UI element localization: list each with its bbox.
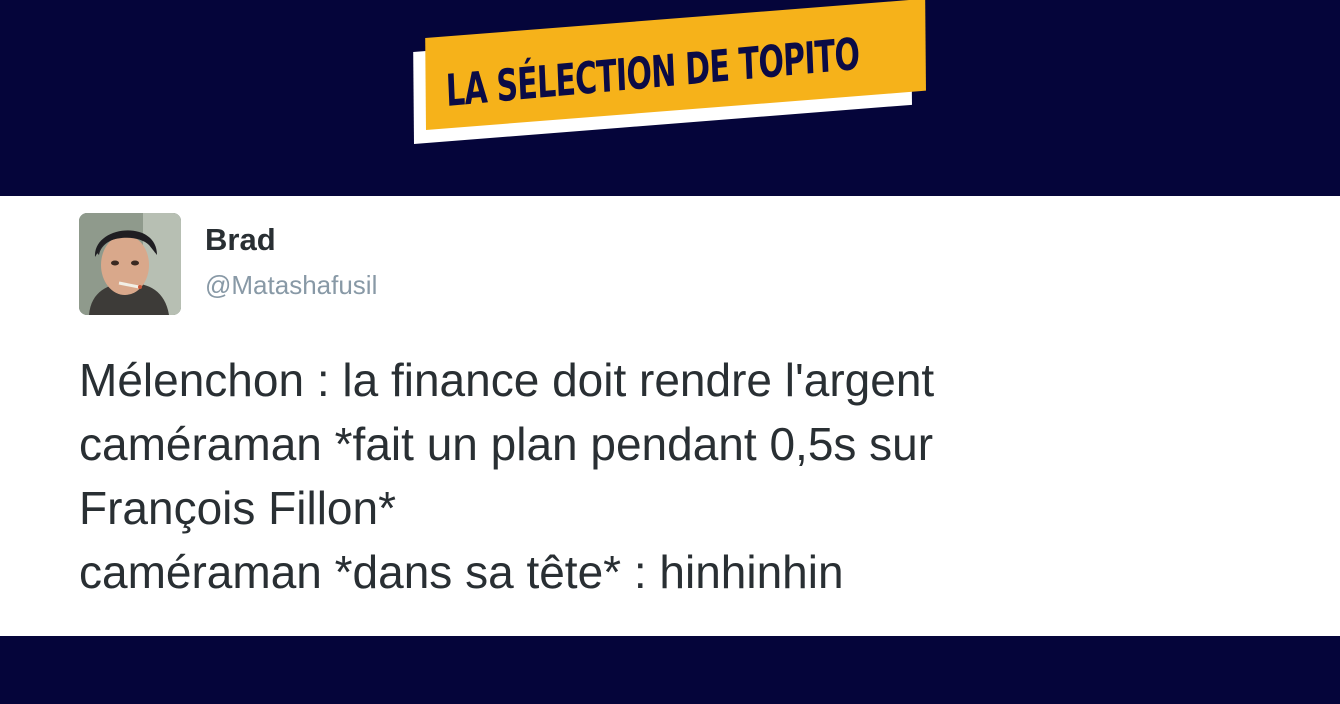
avatar-photo-icon (79, 213, 181, 315)
tweet-card: Brad @Matashafusil Mélenchon : la financ… (0, 196, 1340, 636)
avatar[interactable] (79, 213, 181, 315)
tweet-line: caméraman *fait un plan pendant 0,5s sur (79, 418, 934, 470)
tweet-line: caméraman *dans sa tête* : hinhinhin (79, 546, 844, 598)
header-band: LA SÉLECTION DE TOPITO (0, 0, 1340, 196)
topito-banner: LA SÉLECTION DE TOPITO (412, 0, 932, 146)
author-name[interactable]: Brad (205, 222, 276, 258)
tweet-line: François Fillon* (79, 482, 396, 534)
footer-band (0, 636, 1340, 704)
tweet-line: Mélenchon : la finance doit rendre l'arg… (79, 354, 935, 406)
tweet-body: Mélenchon : la finance doit rendre l'arg… (79, 348, 1259, 604)
author-handle[interactable]: @Matashafusil (205, 270, 377, 301)
